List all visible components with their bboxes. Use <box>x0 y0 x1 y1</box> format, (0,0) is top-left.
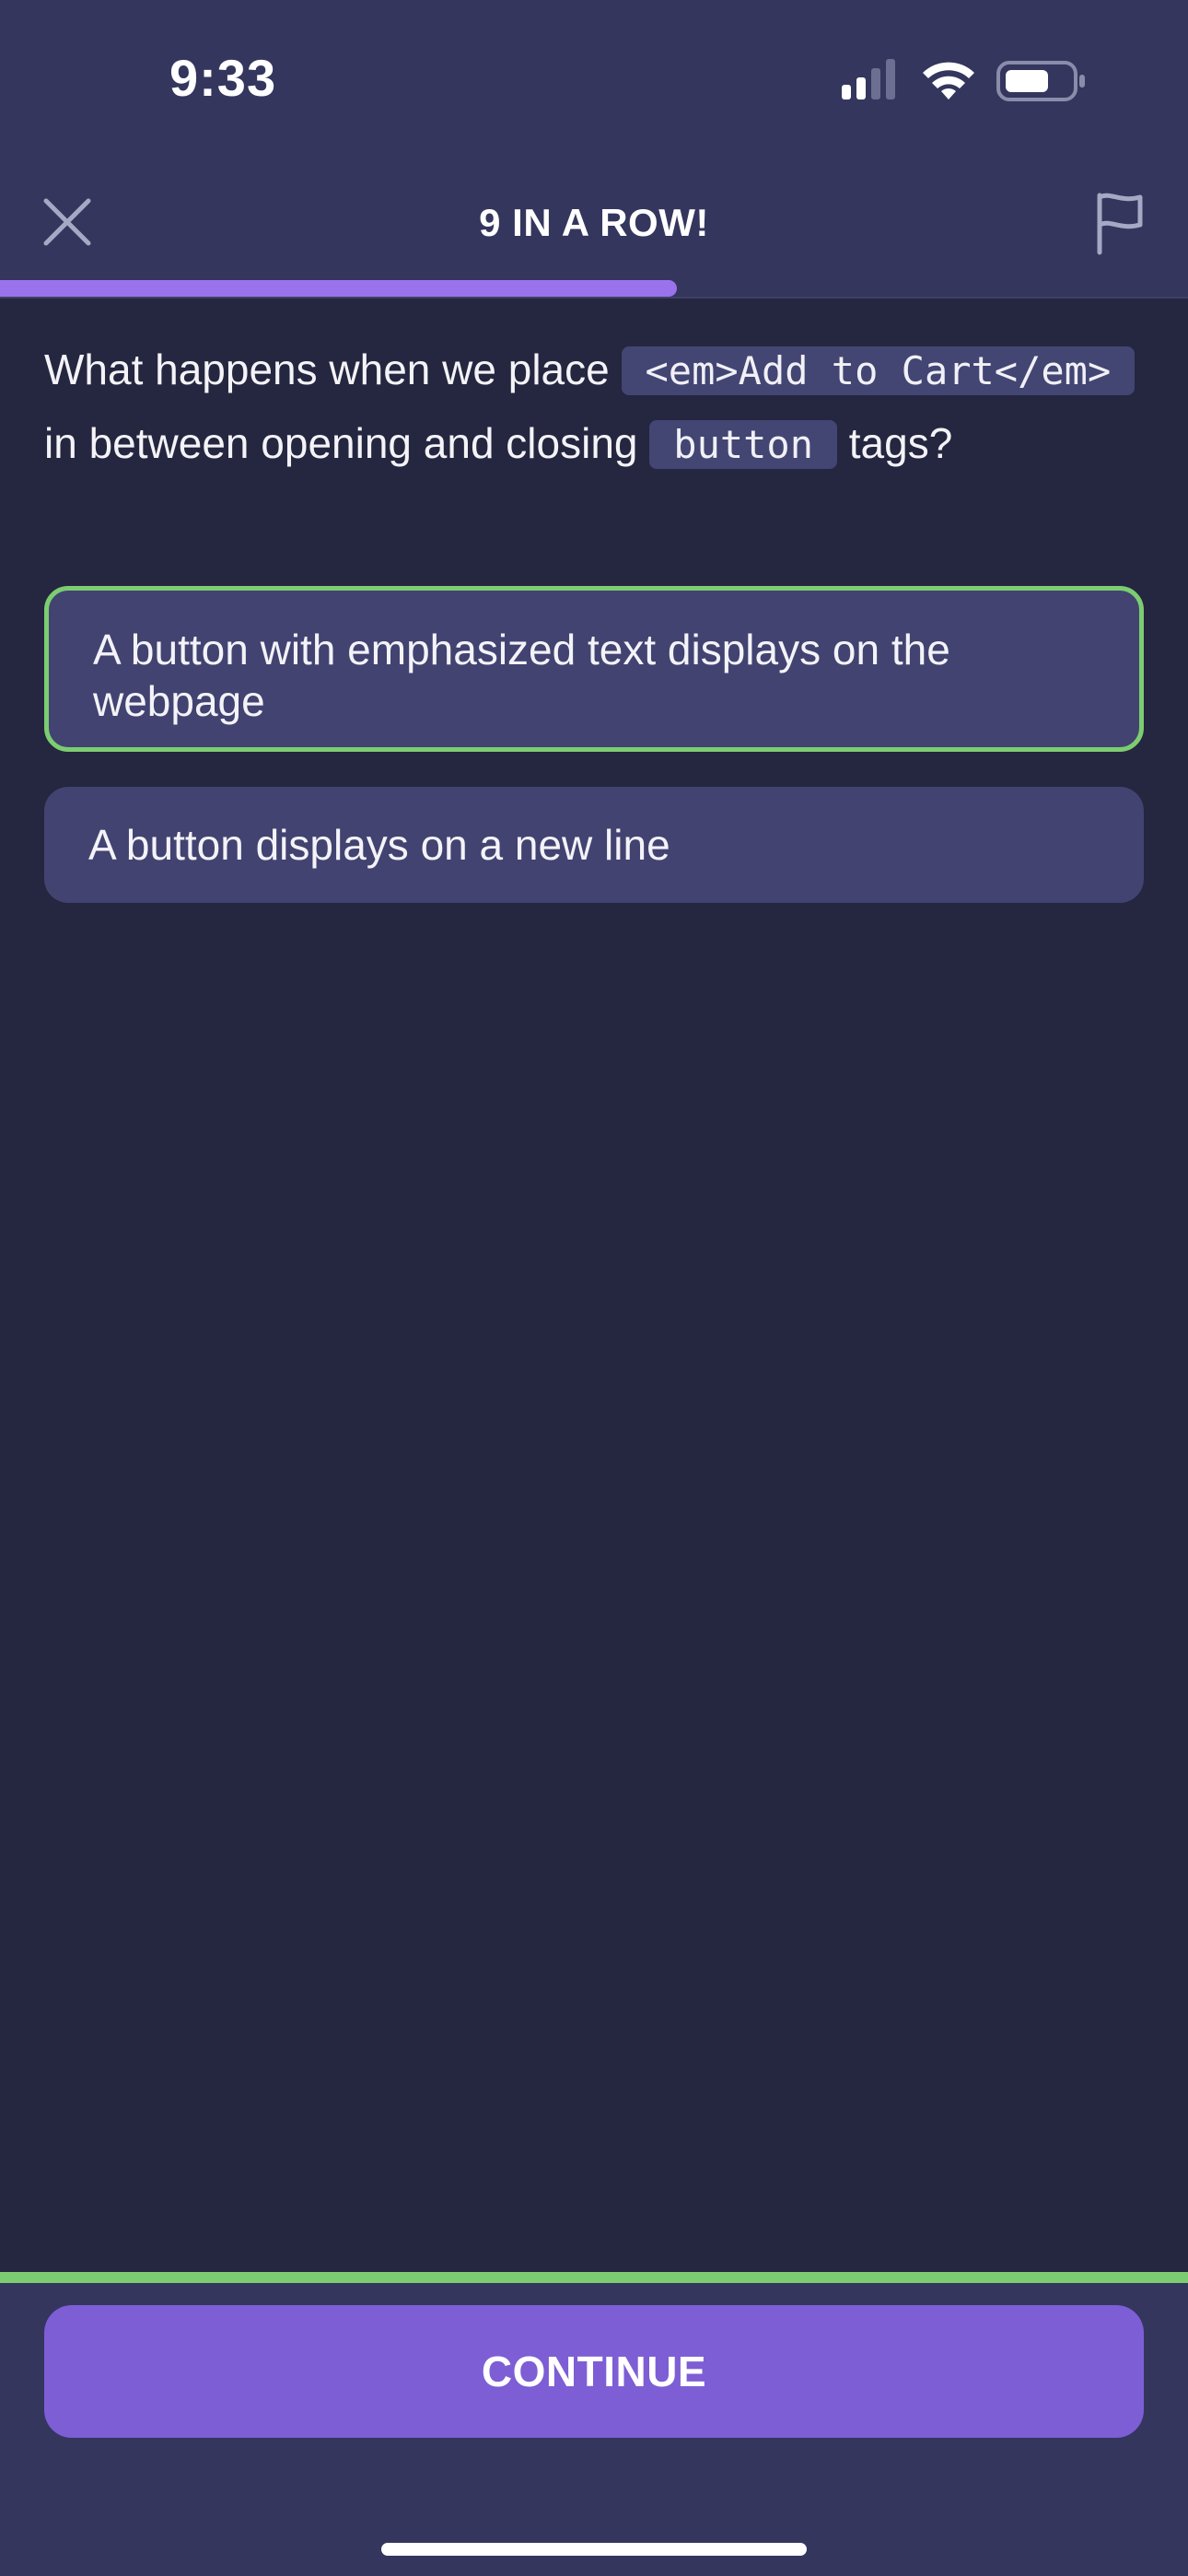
status-icons <box>842 59 1085 101</box>
home-indicator[interactable] <box>381 2543 807 2556</box>
question-text: What happens when we place <em>Add to Ca… <box>44 334 1149 481</box>
status-time: 9:33 <box>169 49 277 107</box>
signal-icon <box>842 59 895 100</box>
answer-label: A button with emphasized text displays o… <box>93 626 950 725</box>
wifi-icon <box>923 62 974 100</box>
continue-button[interactable]: CONTINUE <box>44 2305 1144 2438</box>
streak-title: 9 IN A ROW! <box>479 201 709 244</box>
answer-label: A button displays on a new line <box>88 821 670 869</box>
bottom-bar: CONTINUE <box>0 2272 1188 2576</box>
code-snippet-button: button <box>649 420 837 469</box>
correct-indicator-line <box>0 2272 1188 2283</box>
answer-option-1[interactable]: A button with emphasized text displays o… <box>44 586 1144 752</box>
battery-icon <box>996 61 1085 101</box>
question-part-2: in between opening and closing <box>44 419 650 467</box>
divider <box>0 297 1188 299</box>
question-part-3: tags? <box>837 419 953 467</box>
code-snippet-em: <em>Add to Cart</em> <box>621 346 1136 395</box>
top-bar: 9:33 9 IN A ROW! <box>0 0 1188 297</box>
flag-icon[interactable] <box>1092 190 1147 256</box>
question-part-1: What happens when we place <box>44 345 622 393</box>
quiz-screen: 9:33 9 IN A ROW! What happens when we pl… <box>0 0 1188 2576</box>
answer-option-2[interactable]: A button displays on a new line <box>44 787 1144 903</box>
progress-fill <box>0 280 678 297</box>
progress-bar <box>0 280 1188 297</box>
